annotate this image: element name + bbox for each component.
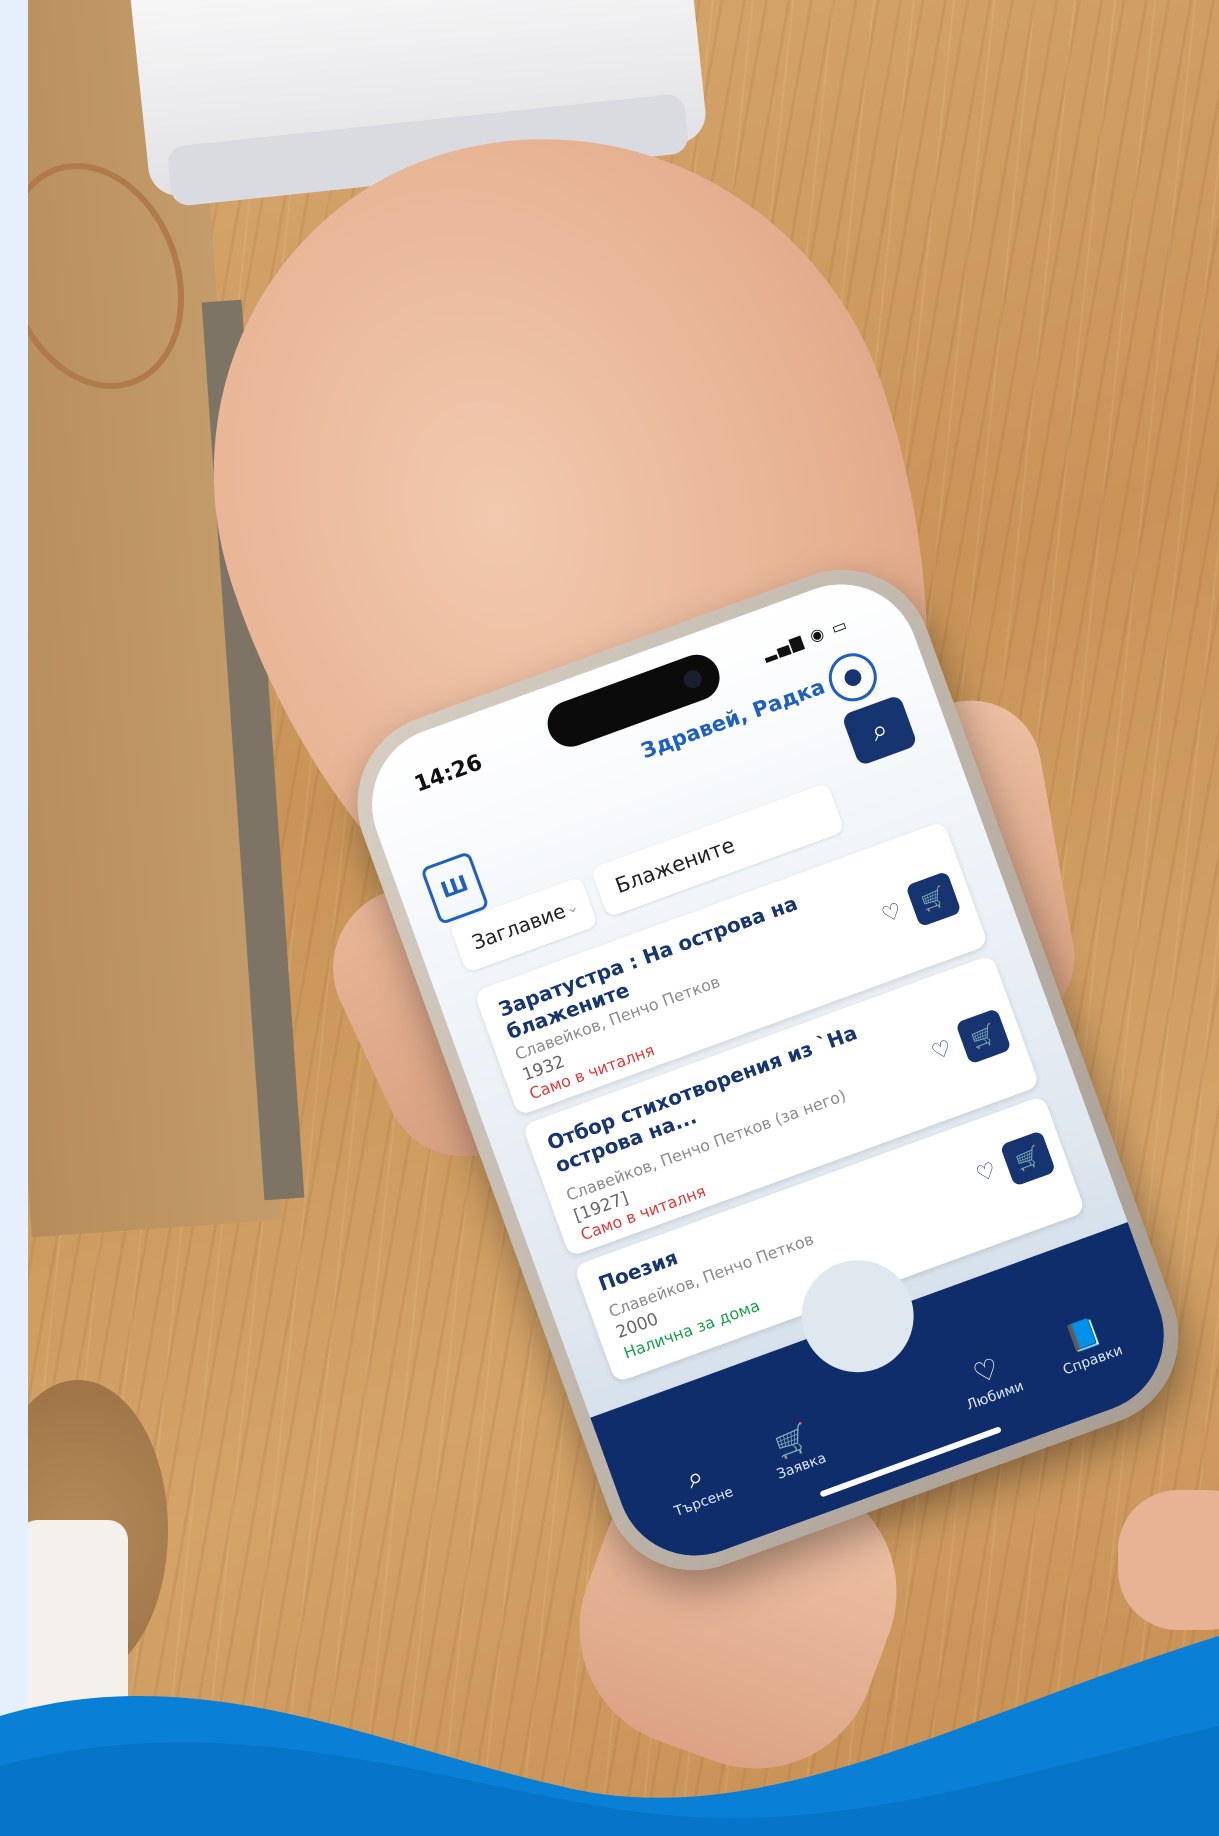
signal-wifi-battery-icon: ▂▄▆ ◉ ▭ [760,614,852,663]
user-icon[interactable]: ● [822,646,884,709]
nav-item-request[interactable]: 🛒 Заявка [740,1408,852,1491]
search-button[interactable]: ⌕ [841,694,918,767]
nav-item-favorites[interactable]: ♡ Любими [933,1338,1045,1421]
home-indicator[interactable] [819,1426,1002,1498]
nav-item-search[interactable]: ⌕ Търсене [642,1444,754,1527]
add-to-cart-button[interactable]: 🛒 [905,870,962,928]
phone-screen: 14:26 ▂▄▆ ◉ ▭ Здравей, Радка ● Ш ⌕ Блаже… [350,562,1186,1578]
cart-icon: 🛒 [917,883,950,915]
cart-icon: 🛒 [1012,1142,1044,1174]
add-to-cart-button[interactable]: 🛒 [955,1008,1012,1065]
status-time: 14:26 [411,750,486,798]
cart-icon: 🛒 [967,1020,1000,1052]
smartphone: 14:26 ▂▄▆ ◉ ▭ Здравей, Радка ● Ш ⌕ Блаже… [332,544,1204,1596]
search-icon: ⌕ [866,711,893,749]
add-to-cart-button[interactable]: 🛒 [999,1130,1057,1187]
decorative-wave [0,1636,1219,1836]
nav-item-references[interactable]: 📘 Справки [1031,1302,1143,1385]
camera-icon [681,667,705,691]
